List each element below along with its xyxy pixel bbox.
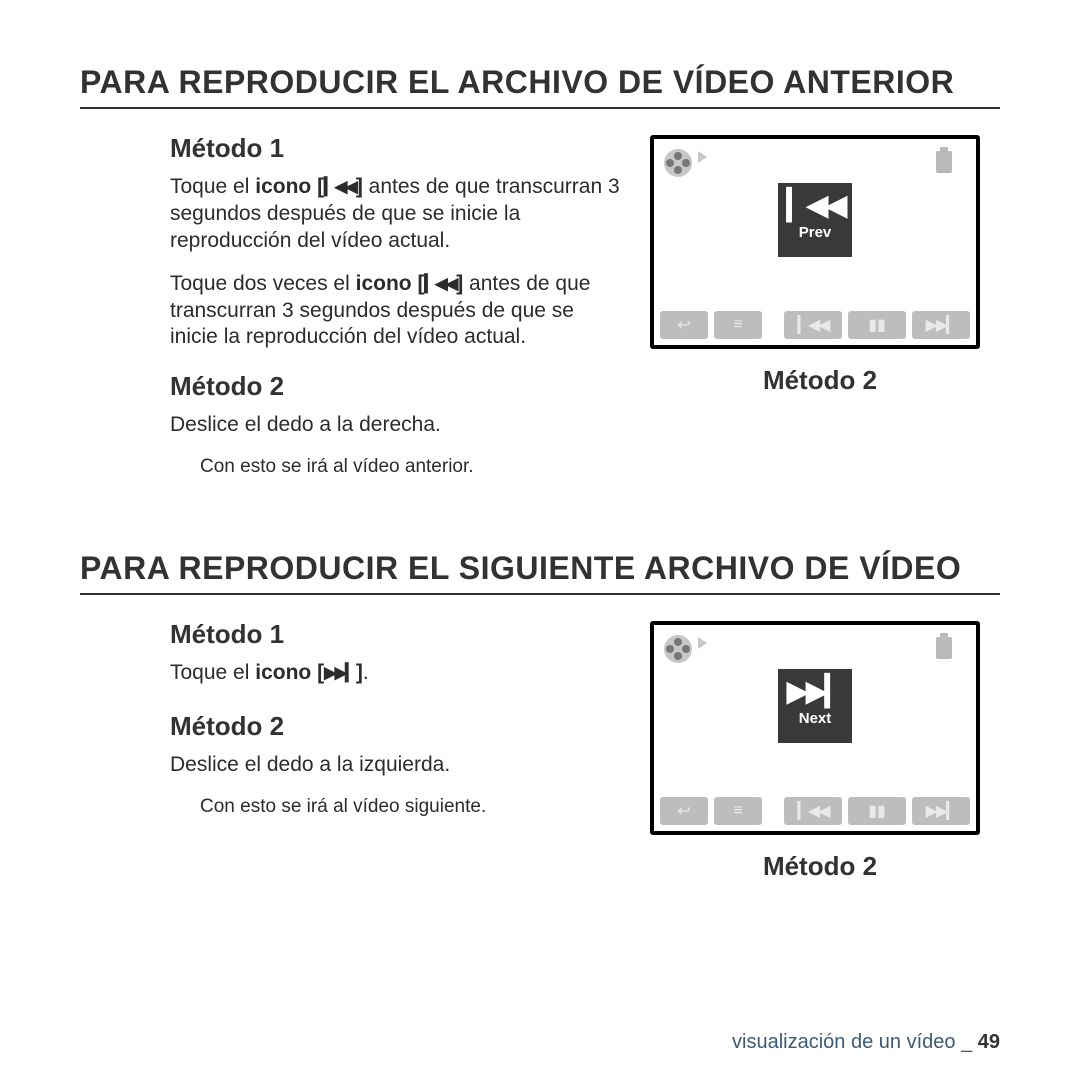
back-button[interactable]: ↩ bbox=[660, 797, 708, 825]
paragraph: Toque el icono [▎◀◀] antes de que transc… bbox=[170, 174, 622, 255]
battery-icon bbox=[936, 151, 952, 173]
device-screenshot-prev: ▎◀◀ Prev ↩ ≡ ▎◀◀ ▮▮ ▶▶▎ bbox=[650, 135, 980, 349]
heading-next-file: PARA REPRODUCIR EL SIGUIENTE ARCHIVO DE … bbox=[80, 550, 1000, 595]
paragraph: Toque el icono [▶▶▎]. bbox=[170, 660, 622, 687]
footer-text: visualización de un vídeo _ bbox=[732, 1031, 978, 1053]
skip-prev-icon: ▎◀◀ bbox=[324, 178, 356, 196]
playback-toolbar: ↩ ≡ ▎◀◀ ▮▮ ▶▶▎ bbox=[654, 305, 976, 345]
overlay-next: ▶▶▎ Next bbox=[778, 669, 852, 743]
skip-next-icon: ▶▶▎ bbox=[324, 664, 356, 682]
text: Toque dos veces el bbox=[170, 272, 356, 295]
text: Toque el bbox=[170, 661, 255, 684]
device-screenshot-next: ▶▶▎ Next ↩ ≡ ▎◀◀ ▮▮ ▶▶▎ bbox=[650, 621, 980, 835]
play-indicator-icon bbox=[698, 151, 707, 163]
pause-button[interactable]: ▮▮ bbox=[848, 797, 906, 825]
text: icono [ bbox=[255, 175, 324, 198]
overlay-prev: ▎◀◀ Prev bbox=[778, 183, 852, 257]
skip-next-icon: ▶▶▎ bbox=[778, 677, 852, 707]
skip-next-button[interactable]: ▶▶▎ bbox=[912, 311, 970, 339]
page-footer: visualización de un vídeo _ 49 bbox=[0, 1031, 1000, 1054]
menu-button[interactable]: ≡ bbox=[714, 311, 762, 339]
skip-prev-icon: ▎◀◀ bbox=[424, 275, 456, 293]
paragraph-note: Con esto se irá al vídeo anterior. bbox=[200, 455, 622, 480]
back-button[interactable]: ↩ bbox=[660, 311, 708, 339]
paragraph: Deslice el dedo a la izquierda. bbox=[170, 752, 622, 779]
skip-prev-button[interactable]: ▎◀◀ bbox=[784, 797, 842, 825]
paragraph: Toque dos veces el icono [▎◀◀] antes de … bbox=[170, 271, 622, 352]
skip-prev-icon: ▎◀◀ bbox=[778, 191, 852, 221]
playback-toolbar: ↩ ≡ ▎◀◀ ▮▮ ▶▶▎ bbox=[654, 791, 976, 831]
play-indicator-icon bbox=[698, 637, 707, 649]
overlay-label: Next bbox=[778, 710, 852, 727]
menu-button[interactable]: ≡ bbox=[714, 797, 762, 825]
heading-prev-file: PARA REPRODUCIR EL ARCHIVO DE VÍDEO ANTE… bbox=[80, 64, 1000, 109]
paragraph-note: Con esto se irá al vídeo siguiente. bbox=[200, 795, 622, 820]
text: icono [ bbox=[356, 272, 425, 295]
figure-caption: Método 2 bbox=[640, 851, 1000, 882]
skip-prev-button[interactable]: ▎◀◀ bbox=[784, 311, 842, 339]
film-reel-icon bbox=[664, 149, 692, 177]
skip-next-button[interactable]: ▶▶▎ bbox=[912, 797, 970, 825]
text: ] bbox=[356, 175, 363, 198]
text: . bbox=[363, 661, 369, 684]
text: Toque el bbox=[170, 175, 255, 198]
subheading-method-1: Método 1 bbox=[170, 133, 622, 164]
subheading-method-2: Método 2 bbox=[170, 371, 622, 402]
film-reel-icon bbox=[664, 635, 692, 663]
paragraph: Deslice el dedo a la derecha. bbox=[170, 412, 622, 439]
subheading-method-1: Método 1 bbox=[170, 619, 622, 650]
subheading-method-2: Método 2 bbox=[170, 711, 622, 742]
text: icono [ bbox=[255, 661, 324, 684]
pause-button[interactable]: ▮▮ bbox=[848, 311, 906, 339]
battery-icon bbox=[936, 637, 952, 659]
overlay-label: Prev bbox=[778, 224, 852, 241]
page-number: 49 bbox=[978, 1031, 1000, 1053]
figure-caption: Método 2 bbox=[640, 365, 1000, 396]
text: ] bbox=[356, 661, 363, 684]
